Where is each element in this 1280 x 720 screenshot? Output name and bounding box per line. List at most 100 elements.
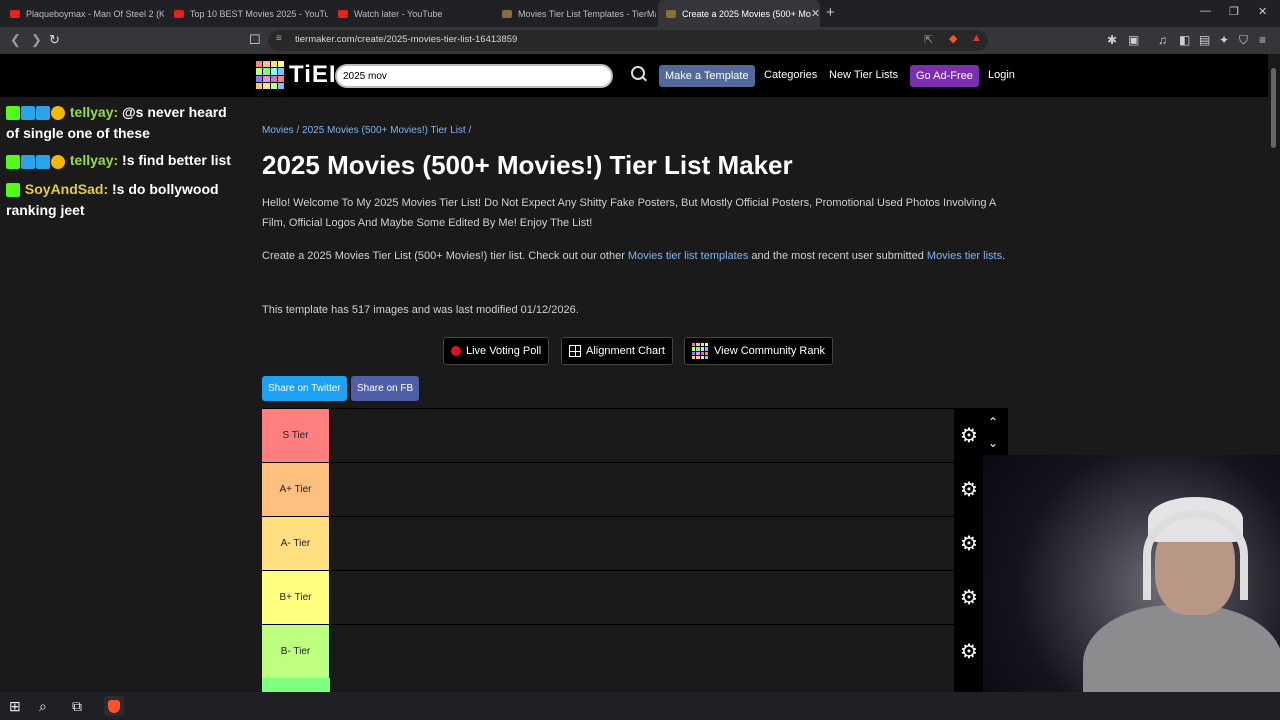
kick-badge-icon: [6, 154, 20, 169]
tier-row: A- Tier ⚙: [262, 516, 1008, 570]
back-icon[interactable]: ❮: [10, 32, 21, 48]
text-segment: Create a 2025 Movies Tier List (500+ Mov…: [262, 250, 628, 262]
browser-toolbar: ❮ ❯ ↻ ☐ ≡ tiermaker.com/create/2025-movi…: [0, 27, 1280, 54]
move-up-icon[interactable]: ⌃: [988, 415, 998, 429]
tier-label-partial[interactable]: [262, 678, 330, 692]
tier-drop-zone[interactable]: [330, 463, 954, 516]
tier-drop-zone[interactable]: [330, 625, 954, 678]
wallet-icon[interactable]: ▤: [1199, 33, 1210, 47]
os-taskbar: ⊞ ⌕ ⧉: [0, 692, 1280, 720]
share-fb-button[interactable]: Share on FB: [351, 376, 420, 401]
gear-icon[interactable]: ⚙: [960, 588, 978, 608]
breadcrumb-movies[interactable]: Movies: [262, 125, 294, 136]
share-twitter-button[interactable]: Share on Twitter: [262, 376, 347, 401]
forward-icon[interactable]: ❯: [31, 32, 42, 48]
browser-tab-3[interactable]: Watch later - YouTube: [330, 0, 492, 27]
browser-tab-strip: Plaqueboymax - Man Of Steel 2 (Kon Top 1…: [0, 0, 1280, 27]
share-icon[interactable]: ⇱: [924, 33, 933, 46]
gear-icon[interactable]: ⚙: [960, 480, 978, 500]
breadcrumb-current[interactable]: 2025 Movies (500+ Movies!) Tier List: [302, 125, 466, 136]
vpn-icon[interactable]: ⛉: [1239, 33, 1248, 48]
breadcrumb-separator: /: [468, 125, 472, 136]
browser-tab-2[interactable]: Top 10 BEST Movies 2025 - YouTube: [166, 0, 328, 27]
search-input[interactable]: [335, 64, 613, 88]
headphones-icon: [1143, 510, 1248, 600]
chat-message: tellyay: !s find better list: [6, 150, 236, 171]
categories-link[interactable]: Categories: [764, 69, 817, 81]
stream-chat-overlay: tellyay: @s never heard of single one of…: [6, 102, 236, 227]
windows-start-icon[interactable]: ⊞: [9, 698, 21, 715]
move-down-icon[interactable]: ⌄: [988, 436, 998, 450]
text-segment: .: [1002, 250, 1006, 262]
extensions-icon[interactable]: ✱: [1107, 33, 1117, 47]
tiermaker-icon: [502, 9, 512, 18]
scrollbar-thumb[interactable]: [1271, 68, 1276, 148]
make-template-button[interactable]: Make a Template: [659, 65, 755, 87]
tier-row: B- Tier ⚙: [262, 624, 1008, 678]
tier-row: S Tier ⚙ ⌃ ⌄: [262, 408, 1008, 462]
tier-label[interactable]: B- Tier: [262, 625, 330, 678]
kick-badge-icon: [6, 106, 20, 121]
new-tier-lists-link[interactable]: New Tier Lists: [829, 69, 898, 81]
minimize-icon[interactable]: —: [1200, 5, 1211, 17]
button-label: Live Voting Poll: [466, 345, 542, 357]
tier-label[interactable]: B+ Tier: [262, 571, 330, 624]
url-text: tiermaker.com/create/2025-movies-tier-li…: [295, 34, 518, 45]
tier-label[interactable]: A+ Tier: [262, 463, 330, 516]
go-ad-free-button[interactable]: Go Ad-Free: [910, 65, 979, 87]
new-tab-icon[interactable]: +: [826, 4, 835, 21]
alignment-chart-button[interactable]: Alignment Chart: [561, 337, 673, 365]
tab-title: Watch later - YouTube: [354, 8, 443, 19]
youtube-icon: [174, 9, 184, 18]
menu-icon[interactable]: ≡: [1259, 33, 1266, 47]
tier-row-partial: [262, 678, 1008, 692]
chat-username: tellyay:: [69, 152, 119, 169]
music-icon[interactable]: ♫: [1158, 33, 1167, 47]
brave-taskbar-icon[interactable]: [104, 696, 124, 716]
gear-icon[interactable]: ⚙: [960, 534, 978, 554]
reload-icon[interactable]: ↻: [49, 32, 60, 48]
tier-drop-zone[interactable]: [330, 517, 954, 570]
browser-tab-1[interactable]: Plaqueboymax - Man Of Steel 2 (Kon: [2, 0, 164, 27]
media-icon[interactable]: ▣: [1128, 33, 1139, 47]
close-tab-icon[interactable]: ✕: [811, 7, 820, 20]
brave-rewards-icon[interactable]: ▲: [971, 32, 982, 44]
grid-badge-icon: [36, 106, 50, 121]
tier-drop-zone[interactable]: [330, 409, 954, 462]
search-icon[interactable]: ⌕: [39, 698, 47, 715]
template-description: Hello! Welcome To My 2025 Movies Tier Li…: [262, 197, 996, 229]
button-label: View Community Rank: [714, 345, 826, 357]
bookmark-icon[interactable]: ☐: [249, 32, 261, 48]
window-close-icon[interactable]: ✕: [1258, 5, 1267, 18]
gear-icon[interactable]: ⚙: [960, 426, 978, 446]
chat-text: !s find better list: [122, 152, 231, 169]
leo-ai-icon[interactable]: ✦: [1219, 33, 1229, 47]
live-voting-poll-button[interactable]: Live Voting Poll: [443, 337, 550, 365]
search-icon[interactable]: [631, 66, 645, 80]
brave-shields-icon[interactable]: ◆: [949, 32, 957, 45]
chat-badges: [6, 180, 21, 200]
tiermaker-logo-grid[interactable]: [256, 61, 284, 89]
tier-row: B+ Tier ⚙: [262, 570, 1008, 624]
tier-label[interactable]: A- Tier: [262, 517, 330, 570]
restore-icon[interactable]: ❐: [1229, 5, 1239, 18]
movies-tier-lists-link[interactable]: Movies tier lists: [927, 250, 1002, 262]
text-segment: and the most recent user submitted: [748, 250, 927, 262]
task-view-icon[interactable]: ⧉: [72, 698, 82, 715]
tier-drop-zone[interactable]: [330, 571, 954, 624]
address-bar[interactable]: ≡ tiermaker.com/create/2025-movies-tier-…: [268, 30, 988, 51]
browser-tab-5-active[interactable]: Create a 2025 Movies (500+ Mo ✕: [658, 0, 820, 27]
view-community-rank-button[interactable]: View Community Rank: [684, 337, 834, 365]
login-link[interactable]: Login: [988, 69, 1015, 81]
movies-templates-link[interactable]: Movies tier list templates: [628, 250, 748, 262]
tier-label[interactable]: S Tier: [262, 409, 330, 462]
tier-grid-icon: [692, 343, 708, 359]
kick-badge-icon: [6, 182, 20, 197]
grid-badge-icon: [36, 154, 50, 169]
browser-tab-4[interactable]: Movies Tier List Templates - TierMak: [494, 0, 656, 27]
site-info-icon[interactable]: ≡: [276, 33, 282, 44]
sidebar-icon[interactable]: ◧: [1179, 33, 1190, 47]
button-label: Alignment Chart: [586, 345, 665, 357]
gear-icon[interactable]: ⚙: [960, 642, 978, 662]
tiermaker-logo-text[interactable]: TiEI: [289, 61, 337, 89]
